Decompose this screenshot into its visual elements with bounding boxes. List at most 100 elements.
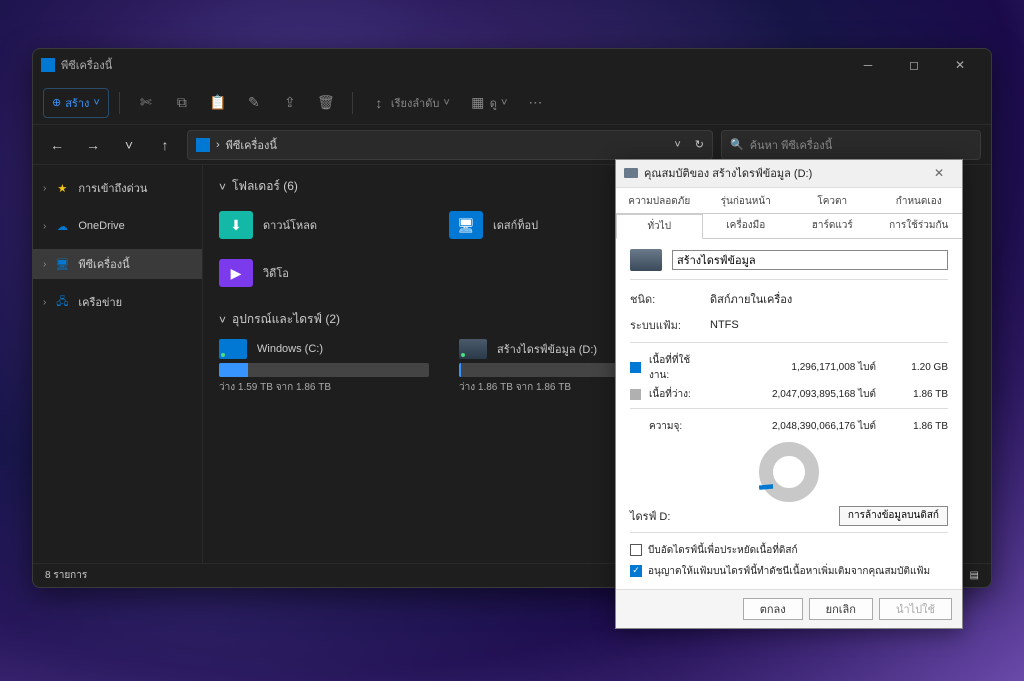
sidebar-item-network[interactable]: ›🖧เครือข่าย	[33, 287, 202, 317]
folder-videos[interactable]: ▶วิดีโอ	[219, 254, 419, 292]
cloud-icon: ☁	[54, 218, 70, 234]
free-bytes: 2,047,093,895,168 ไบต์	[717, 387, 890, 402]
dialog-footer: ตกลง ยกเลิก นำไปใช้	[616, 589, 962, 628]
up-button[interactable]: ↑	[151, 131, 179, 159]
sort-icon: ↕	[371, 95, 387, 111]
free-human: 1.86 TB	[898, 389, 948, 400]
pc-icon: 🖥	[54, 256, 70, 272]
chevron-down-icon: ˅	[219, 313, 226, 327]
drive-c[interactable]: Windows (C:) ว่าง 1.59 TB จาก 1.86 TB	[219, 339, 429, 395]
compress-checkbox-row[interactable]: บีบอัดไดรฟ์นี้เพื่อประหยัดเนื้อที่ดิสก์	[630, 543, 948, 558]
new-button[interactable]: ⊕สร้าง˅	[43, 88, 109, 118]
item-count: 8 รายการ	[45, 568, 87, 583]
free-swatch	[630, 389, 641, 400]
tab-previous-versions[interactable]: รุ่นก่อนหน้า	[703, 190, 790, 213]
index-checkbox-row[interactable]: ✓อนุญาตให้แฟ้มบนไดรฟ์นี้ทำดัชนีเนื้อหาเพ…	[630, 564, 948, 579]
checkbox-checked[interactable]: ✓	[630, 565, 642, 577]
properties-dialog: คุณสมบัติของ สร้างไดรฟ์ข้อมูล (D:) ✕ ควา…	[615, 159, 963, 629]
videos-icon: ▶	[219, 259, 253, 287]
tab-row-2: ทั่วไป เครื่องมือ ฮาร์ดแวร์ การใช้ร่วมกั…	[616, 214, 962, 239]
address-bar[interactable]: › พีซีเครื่องนี้ ˅ ↻	[187, 130, 713, 160]
checkbox-unchecked[interactable]	[630, 544, 642, 556]
desktop-icon: 🖥	[449, 211, 483, 239]
dialog-titlebar: คุณสมบัติของ สร้างไดรฟ์ข้อมูล (D:) ✕	[616, 160, 962, 188]
view-icon: ▦	[470, 95, 486, 111]
titlebar: พีซีเครื่องนี้ ─ ◻ ✕	[33, 49, 991, 81]
drive-icon	[630, 249, 662, 271]
more-button[interactable]: ⋯	[519, 88, 551, 118]
chevron-down-icon: ˅	[501, 97, 507, 109]
close-button[interactable]: ✕	[937, 49, 983, 81]
plus-icon: ⊕	[52, 96, 61, 109]
fs-value: NTFS	[710, 319, 739, 331]
fs-label: ระบบแฟ้ม:	[630, 316, 700, 334]
back-button[interactable]: ←	[43, 131, 71, 159]
minimize-button[interactable]: ─	[845, 49, 891, 81]
forward-button[interactable]: →	[79, 131, 107, 159]
delete-button[interactable]: 🗑	[310, 88, 342, 118]
sidebar-item-onedrive[interactable]: ›☁OneDrive	[33, 211, 202, 241]
paste-icon: 📋	[210, 95, 226, 111]
type-label: ชนิด:	[630, 290, 700, 308]
folder-downloads[interactable]: ⬇ดาวน์โหลด	[219, 206, 419, 244]
paste-button[interactable]: 📋	[202, 88, 234, 118]
cut-icon: ✄	[138, 95, 154, 111]
breadcrumb[interactable]: พีซีเครื่องนี้	[226, 136, 277, 154]
ok-button[interactable]: ตกลง	[743, 598, 803, 620]
tab-sharing[interactable]: การใช้ร่วมกัน	[876, 214, 963, 238]
cancel-button[interactable]: ยกเลิก	[809, 598, 873, 620]
breadcrumb-sep: ›	[216, 139, 220, 151]
tab-general[interactable]: ทั่วไป	[616, 214, 703, 239]
capacity-label: ความจุ:	[649, 419, 709, 434]
copy-button[interactable]: ⧉	[166, 88, 198, 118]
tab-security[interactable]: ความปลอดภัย	[616, 190, 703, 213]
capacity-bytes: 2,048,390,066,176 ไบต์	[717, 419, 890, 434]
recent-button[interactable]: ˅	[115, 131, 143, 159]
tab-quota[interactable]: โควตา	[789, 190, 876, 213]
disk-cleanup-button[interactable]: การล้างข้อมูลบนดิสก์	[839, 506, 948, 526]
tab-hardware[interactable]: ฮาร์ดแวร์	[789, 214, 876, 238]
chevron-down-icon: ˅	[93, 97, 99, 109]
capacity-human: 1.86 TB	[898, 421, 948, 432]
close-button[interactable]: ✕	[924, 166, 954, 180]
sidebar-item-thispc[interactable]: ›🖥พีซีเครื่องนี้	[33, 249, 202, 279]
drive-name-input[interactable]	[672, 250, 948, 270]
drive-icon	[219, 339, 247, 359]
type-value: ดิสก์ภายในเครื่อง	[710, 290, 792, 308]
tab-tools[interactable]: เครื่องมือ	[703, 214, 790, 238]
search-icon: 🔍	[730, 138, 744, 151]
used-human: 1.20 GB	[898, 362, 948, 373]
sort-button[interactable]: ↕เรียงลำดับ˅	[363, 88, 458, 118]
usage-bar	[219, 363, 248, 377]
tab-customize[interactable]: กำหนดเอง	[876, 190, 963, 213]
rename-button[interactable]: ✎	[238, 88, 270, 118]
chevron-right-icon: ›	[43, 297, 46, 308]
usage-bar	[459, 363, 461, 377]
chevron-down-icon[interactable]: ˅	[674, 139, 680, 151]
maximize-button[interactable]: ◻	[891, 49, 937, 81]
chevron-down-icon: ˅	[219, 180, 226, 194]
refresh-button[interactable]: ↻	[695, 138, 704, 151]
details-view-button[interactable]: ▤	[970, 570, 979, 581]
view-button[interactable]: ▦ดู˅	[462, 88, 516, 118]
drive-icon	[459, 339, 487, 359]
download-icon: ⬇	[219, 211, 253, 239]
used-label: เนื้อที่ที่ใช้งาน:	[649, 353, 709, 383]
cut-button[interactable]: ✄	[130, 88, 162, 118]
apply-button[interactable]: นำไปใช้	[879, 598, 952, 620]
chevron-right-icon: ›	[43, 183, 46, 194]
drive-letter: ไดรฟ์ D:	[630, 507, 670, 525]
star-icon: ★	[54, 180, 70, 196]
dialog-body: ชนิด: ดิสก์ภายในเครื่อง ระบบแฟ้ม: NTFS เนื…	[616, 239, 962, 589]
sidebar: ›★การเข้าถึงด่วน ›☁OneDrive ›🖥พีซีเครื่อ…	[33, 165, 203, 563]
thispc-icon	[41, 58, 55, 72]
tab-row-1: ความปลอดภัย รุ่นก่อนหน้า โควตา กำหนดเอง	[616, 190, 962, 214]
search-input[interactable]: 🔍 ค้นหา พีซีเครื่องนี้	[721, 130, 981, 160]
more-icon: ⋯	[527, 95, 543, 111]
drive-icon	[624, 168, 638, 178]
network-icon: 🖧	[54, 294, 70, 310]
delete-icon: 🗑	[318, 95, 334, 111]
copy-icon: ⧉	[174, 95, 190, 111]
sidebar-item-quickaccess[interactable]: ›★การเข้าถึงด่วน	[33, 173, 202, 203]
share-button[interactable]: ⇪	[274, 88, 306, 118]
